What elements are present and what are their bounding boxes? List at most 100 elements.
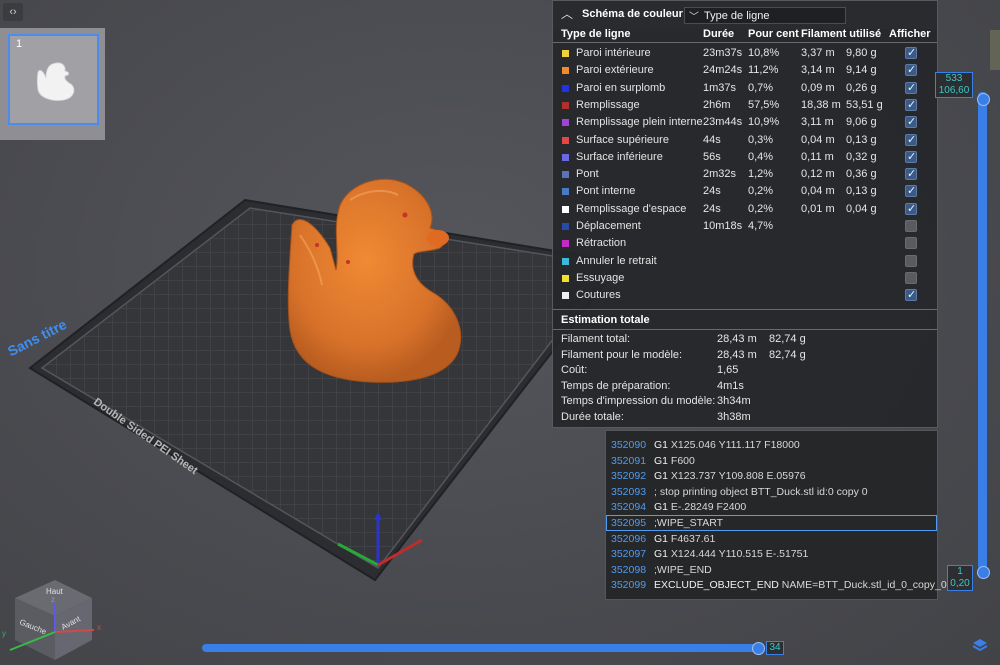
estimate-value: 4m1s bbox=[717, 379, 744, 392]
show-checkbox[interactable] bbox=[905, 63, 917, 77]
gcode-line[interactable]: 352093 ; stop printing object BTT_Duck.st… bbox=[606, 484, 937, 500]
collapse-sidebar-button[interactable]: ‹› bbox=[3, 3, 23, 21]
estimate-value: 28,43 m bbox=[717, 348, 757, 361]
color-swatch bbox=[562, 205, 569, 213]
legend-panel: ︿ Schéma de couleur ﹀ Type de ligne Type… bbox=[552, 0, 938, 428]
duration-value: 2m32s bbox=[703, 168, 737, 181]
show-checkbox[interactable] bbox=[905, 150, 917, 163]
filament-weight: 9,06 g bbox=[846, 116, 877, 129]
move-slider-track[interactable] bbox=[202, 644, 762, 652]
filament-length: 0,12 m bbox=[801, 168, 835, 181]
legend-header: ︿ Schéma de couleur ﹀ Type de ligne bbox=[553, 1, 937, 29]
legend-row: Pont interne 24s 0,2% 0,04 m 0,13 g bbox=[553, 183, 937, 200]
gcode-line[interactable]: 352096 G1 F4637.61 bbox=[606, 531, 937, 547]
filament-weight: 0,26 g bbox=[846, 81, 877, 94]
gcode-line[interactable]: 352099 EXCLUDE_OBJECT_END NAME=BTT_Duck.s… bbox=[606, 577, 947, 593]
gcode-arguments: F600 bbox=[668, 454, 695, 467]
layer-slider-bottom-knob[interactable] bbox=[977, 566, 990, 579]
show-checkbox[interactable] bbox=[905, 46, 917, 59]
filament-length: 3,14 m bbox=[801, 64, 835, 77]
gcode-line[interactable]: 352091 G1 F600 bbox=[606, 453, 937, 469]
gcode-line-number: 352099 bbox=[611, 579, 647, 592]
show-checkbox[interactable] bbox=[905, 184, 917, 198]
plate-thumbnail[interactable]: 1 bbox=[8, 34, 99, 125]
show-checkbox[interactable] bbox=[905, 254, 917, 267]
show-checkbox[interactable] bbox=[905, 237, 917, 250]
estimate-value: 1,65 bbox=[717, 364, 739, 377]
estimate-label: Temps de préparation: bbox=[561, 379, 671, 392]
gcode-line-number: 352093 bbox=[611, 485, 647, 498]
show-checkbox[interactable] bbox=[905, 220, 917, 232]
view-cube[interactable]: Haut Gauche Avant x y z bbox=[0, 570, 110, 665]
legend-row: Surface supérieure 44s 0,3% 0,04 m 0,13 g bbox=[553, 132, 937, 149]
color-swatch bbox=[562, 101, 569, 109]
color-swatch bbox=[562, 240, 569, 248]
gcode-command: ;WIPE_START bbox=[654, 517, 723, 529]
line-type-name: Essuyage bbox=[576, 271, 625, 284]
gcode-arguments: ;WIPE_START bbox=[654, 517, 724, 529]
duration-value: 44s bbox=[703, 133, 721, 146]
cube-z-label: z bbox=[51, 595, 55, 604]
gcode-arguments: NAME=BTT_Duck.stl_id_0_copy_0 bbox=[778, 579, 947, 592]
estimate-label: Coût: bbox=[561, 364, 588, 377]
filament-length: 3,37 m bbox=[801, 47, 835, 59]
duration-value: 1m37s bbox=[703, 81, 737, 94]
gcode-viewer[interactable]: 352090 G1 X125.046 Y111.117 F18000 352091 G… bbox=[605, 430, 947, 600]
layer-slider-track[interactable] bbox=[978, 92, 987, 570]
percent-value: 0,2% bbox=[748, 202, 774, 215]
gcode-line[interactable]: 352097 G1 X124.444 Y110.515 E-.51751 bbox=[606, 546, 937, 562]
gcode-line[interactable]: 352090 G1 X125.046 Y111.117 F18000 bbox=[606, 437, 937, 453]
gcode-line[interactable]: 352092 G1 X123.737 Y109.808 E.05976 bbox=[606, 468, 937, 484]
estimate-label: Temps d'impression du modèle: bbox=[561, 395, 716, 408]
gcode-line-number: 352094 bbox=[611, 501, 647, 514]
estimate-divider bbox=[553, 309, 937, 310]
estimate-value: 3h34m bbox=[717, 395, 751, 408]
cube-x-label: x bbox=[97, 623, 101, 632]
color-swatch bbox=[562, 188, 569, 196]
gcode-command: G1 F4637.61 bbox=[654, 533, 715, 545]
show-checkbox[interactable] bbox=[905, 271, 917, 284]
line-type-name: Surface supérieure bbox=[576, 133, 669, 146]
estimate-value-secondary: 82,74 g bbox=[769, 348, 806, 361]
scheme-dropdown[interactable]: ﹀ Type de ligne bbox=[684, 7, 846, 24]
header-duration: Durée bbox=[703, 28, 735, 40]
gcode-line-number: 352096 bbox=[611, 532, 647, 545]
filament-length: 0,04 m bbox=[801, 185, 835, 198]
legend-row: Coutures bbox=[553, 287, 937, 304]
gcode-line-number: 352095 bbox=[611, 517, 647, 529]
gcode-line-selected[interactable]: 352095 ;WIPE_START bbox=[606, 515, 937, 531]
estimate-title-divider bbox=[553, 329, 937, 330]
percent-value: 57,5% bbox=[748, 98, 780, 111]
percent-value: 0,3% bbox=[748, 133, 774, 146]
show-checkbox[interactable] bbox=[905, 133, 917, 146]
legend-row: Rétraction bbox=[553, 235, 937, 252]
layer-top-number: 533 bbox=[945, 73, 963, 84]
cube-y-label: y bbox=[2, 629, 6, 638]
show-checkbox[interactable] bbox=[905, 81, 917, 94]
show-checkbox[interactable] bbox=[905, 98, 917, 111]
plate-list: 1 bbox=[0, 28, 105, 140]
line-type-name: Surface inférieure bbox=[576, 150, 663, 163]
collapse-up-icon[interactable]: ︿ bbox=[561, 7, 575, 21]
gcode-line[interactable]: 352098 ;WIPE_END bbox=[606, 562, 937, 578]
estimate-row: Durée totale: 3h38m bbox=[553, 409, 937, 425]
show-checkbox[interactable] bbox=[905, 115, 917, 129]
legend-row: Remplissage d'espace 24s 0,2% 0,01 m 0,04 g bbox=[553, 201, 937, 218]
color-swatch bbox=[562, 119, 569, 127]
estimate-row: Coût: 1,65 bbox=[553, 362, 937, 378]
gcode-command-name: G1 bbox=[654, 454, 669, 467]
layer-slider-top-knob[interactable] bbox=[977, 93, 990, 106]
layer-bottom-badge: 1 0,20 bbox=[947, 565, 973, 591]
duration-value: 23m37s bbox=[703, 47, 743, 59]
gcode-command: EXCLUDE_OBJECT_END NAME=BTT_Duck.stl_id_… bbox=[654, 579, 947, 591]
show-checkbox[interactable] bbox=[905, 167, 917, 181]
estimate-value-secondary: 82,74 g bbox=[769, 333, 806, 345]
gcode-line[interactable]: 352094 G1 E-.28249 F2400 bbox=[606, 499, 937, 515]
layers-icon[interactable] bbox=[972, 637, 988, 653]
gcode-command: G1 X123.737 Y109.808 E.05976 bbox=[654, 470, 806, 482]
gcode-command: ;WIPE_END bbox=[654, 564, 712, 576]
move-slider-knob[interactable] bbox=[752, 642, 765, 655]
layer-top-badge: 533 106,60 bbox=[935, 72, 973, 98]
show-checkbox[interactable] bbox=[905, 202, 917, 215]
show-checkbox[interactable] bbox=[905, 288, 917, 302]
